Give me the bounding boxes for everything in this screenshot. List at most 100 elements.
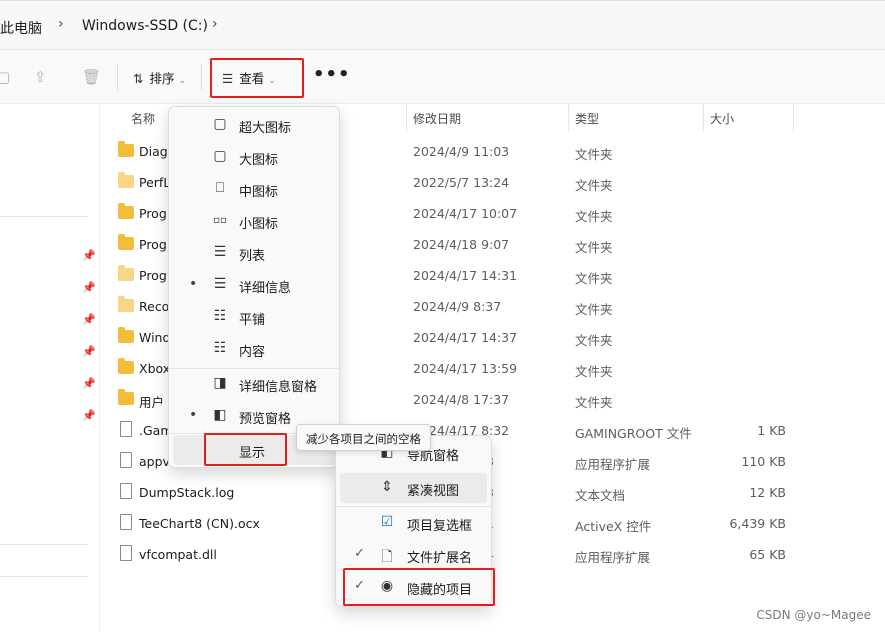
extra-large-icons-icon: ▢: [213, 116, 227, 132]
folder-icon: [118, 141, 134, 157]
navigation-pane[interactable]: 📌 📌 📌 📌 📌 📌: [0, 104, 100, 632]
menu-item-label: 中图标: [239, 185, 279, 200]
address-bar[interactable]: 此电脑 › Windows-SSD (C:) ›: [0, 0, 885, 50]
table-row[interactable]: DumpStack.log3文本文档12 KB: [100, 477, 885, 508]
preview-pane-icon: ◧: [213, 407, 227, 423]
column-header-type[interactable]: 类型: [575, 110, 599, 127]
file-name: vfcompat.dll: [139, 547, 217, 562]
menu-item-file-extensions[interactable]: ✓ 🗋 文件扩展名: [340, 540, 487, 570]
menu-item-extra-large-icons[interactable]: ▢ 超大图标: [173, 110, 335, 140]
file-date: 2024/4/8 17:37: [413, 392, 510, 407]
file-date: 2024/4/9 8:37: [413, 299, 502, 314]
chevron-right-icon[interactable]: ›: [212, 16, 218, 32]
menu-item-label: 内容: [239, 345, 266, 360]
file-type: 应用程序扩展: [575, 550, 651, 565]
file-name: TeeChart8 (CN).ocx: [139, 516, 260, 531]
chevron-down-icon: ⌄: [178, 76, 187, 86]
large-icons-icon: ▢: [213, 148, 227, 164]
file-type: GAMINGROOT 文件: [575, 426, 692, 441]
table-row[interactable]: vfcompat.dll4应用程序扩展65 KB: [100, 539, 885, 570]
hidden-items-highlight: [343, 568, 495, 606]
details-icon: ☰: [213, 276, 227, 292]
file-name: Prog: [139, 206, 167, 221]
menu-item-details-pane[interactable]: ◨ 详细信息窗格: [173, 369, 335, 399]
checkmark-icon: ✓: [354, 546, 365, 561]
pin-icon[interactable]: 📌: [82, 249, 96, 262]
watermark: CSDN @yo~Magee: [756, 608, 871, 622]
file-date: 2024/4/17 14:31: [413, 268, 518, 283]
column-divider[interactable]: [793, 104, 794, 132]
menu-item-small-icons[interactable]: ▫▫ 小图标: [173, 206, 335, 236]
file-size: 110 KB: [741, 454, 786, 469]
pin-icon[interactable]: 📌: [82, 409, 96, 422]
file-extension-icon: 🗋: [381, 549, 393, 565]
column-divider[interactable]: [703, 104, 704, 132]
file-icon: [120, 421, 132, 437]
menu-item-details[interactable]: • ☰ 详细信息: [173, 270, 335, 300]
file-type: 应用程序扩展: [575, 457, 651, 472]
share-icon[interactable]: ⇪: [34, 68, 47, 86]
menu-item-label: 项目复选框: [407, 519, 473, 534]
menu-item-large-icons[interactable]: ▢ 大图标: [173, 142, 335, 172]
menu-item-label: 文件扩展名: [407, 551, 473, 566]
file-type: 文件夹: [575, 147, 613, 162]
file-size: 1 KB: [757, 423, 786, 438]
folder-icon: [118, 296, 134, 312]
file-type: 文本文档: [575, 488, 626, 503]
delete-icon[interactable]: 🗑: [82, 68, 101, 86]
file-name: Prog: [139, 237, 167, 252]
file-name: Wind: [139, 330, 171, 345]
paste-icon[interactable]: ▢: [0, 68, 10, 86]
file-type: 文件夹: [575, 178, 613, 193]
column-header-name[interactable]: 名称: [131, 110, 155, 127]
folder-icon: [118, 327, 134, 343]
menu-item-label: 预览窗格: [239, 412, 292, 427]
menu-item-medium-icons[interactable]: ⎕ 中图标: [173, 174, 335, 204]
file-icon: [120, 483, 132, 499]
folder-icon: [118, 265, 134, 281]
pin-icon[interactable]: 📌: [82, 313, 96, 326]
menu-item-list[interactable]: ☰ 列表: [173, 238, 335, 268]
breadcrumb-this-pc[interactable]: 此电脑: [0, 18, 42, 38]
file-name: DumpStack.log: [139, 485, 235, 500]
menu-item-tiles[interactable]: ☷ 平铺: [173, 302, 335, 332]
file-type: 文件夹: [575, 209, 613, 224]
column-divider[interactable]: [406, 104, 407, 132]
file-size: 12 KB: [749, 485, 786, 500]
menu-item-label: 紧凑视图: [407, 484, 460, 499]
command-bar: ▢ ⇪ 🗑 ⇅ 排序 ⌄ ☰ 查看 ⌄ •••: [0, 50, 885, 104]
menu-item-label: 大图标: [239, 153, 279, 168]
column-header-date[interactable]: 修改日期: [413, 110, 461, 127]
file-type: 文件夹: [575, 395, 613, 410]
file-type: 文件夹: [575, 271, 613, 286]
pin-icon[interactable]: 📌: [82, 281, 96, 294]
more-options-button[interactable]: •••: [313, 64, 351, 85]
pin-icon[interactable]: 📌: [82, 377, 96, 390]
menu-item-compact-view[interactable]: ⇕ 紧凑视图: [340, 473, 487, 503]
small-icons-icon: ▫▫: [213, 215, 227, 226]
column-divider[interactable]: [568, 104, 569, 132]
selected-dot-icon: •: [189, 407, 198, 423]
file-name: Reco: [139, 299, 170, 314]
folder-icon: [118, 234, 134, 250]
chevron-right-icon[interactable]: ›: [58, 16, 64, 32]
menu-item-label: 超大图标: [239, 121, 292, 136]
sort-button[interactable]: ⇅ 排序 ⌄: [133, 68, 186, 87]
file-size: 65 KB: [749, 547, 786, 562]
breadcrumb-drive[interactable]: Windows-SSD (C:): [82, 18, 208, 34]
menu-item-content[interactable]: ☷ 内容: [173, 334, 335, 364]
folder-icon: [118, 358, 134, 374]
file-icon: [120, 452, 132, 468]
menu-item-item-checkboxes[interactable]: ☑ 项目复选框: [340, 508, 487, 538]
menu-divider: [336, 506, 491, 507]
menu-item-label: 详细信息: [239, 281, 292, 296]
folder-icon: [118, 389, 134, 405]
sort-icon: ⇅: [133, 71, 144, 86]
file-type: 文件夹: [575, 240, 613, 255]
selected-dot-icon: •: [189, 276, 198, 292]
menu-item-label: 列表: [239, 249, 266, 264]
column-header-size[interactable]: 大小: [710, 110, 734, 127]
table-row[interactable]: TeeChart8 (CN).ocx1ActiveX 控件6,439 KB: [100, 508, 885, 539]
nav-divider: [0, 576, 88, 577]
pin-icon[interactable]: 📌: [82, 345, 96, 358]
